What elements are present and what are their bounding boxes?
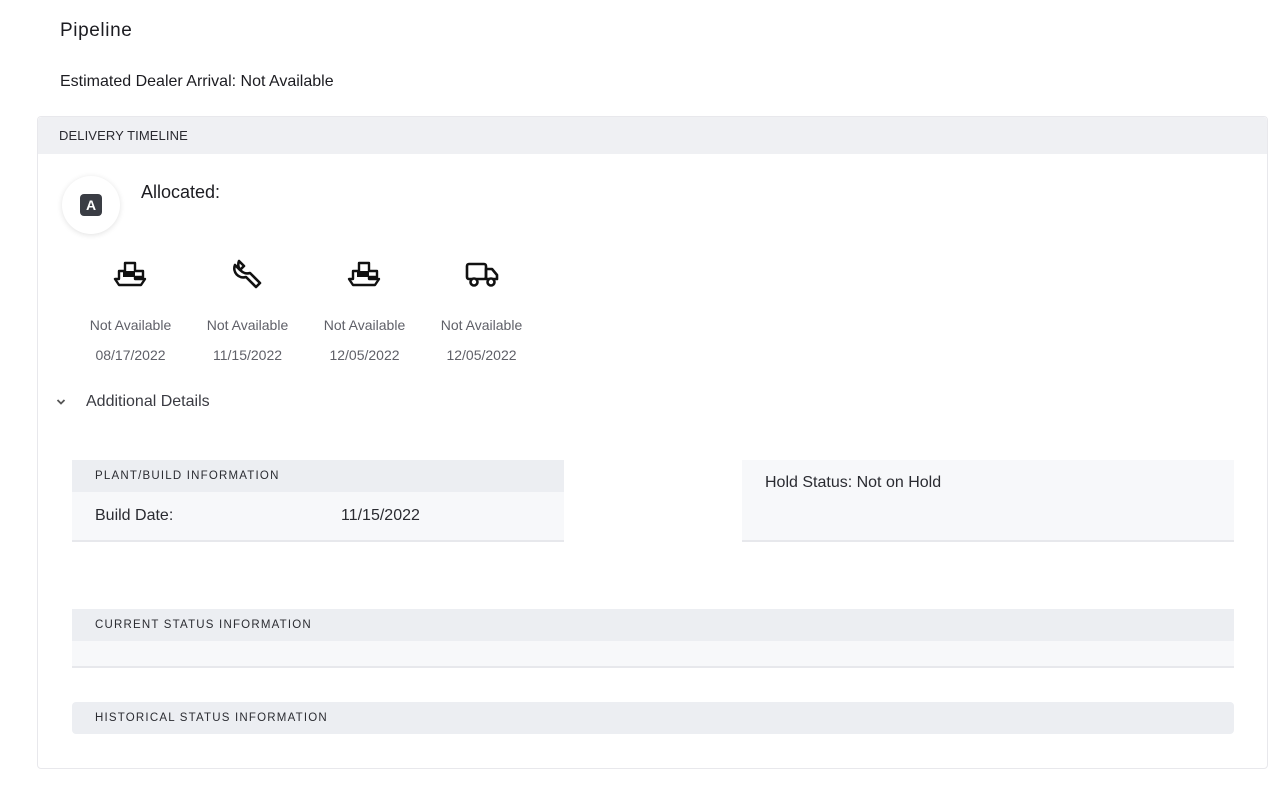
plant-build-panel: PLANT/BUILD INFORMATION Build Date: 11/1… [72, 460, 564, 542]
milestone-status: Not Available [323, 317, 406, 333]
milestone: Not Available 11/15/2022 [189, 253, 306, 363]
status-letter-badge: A [80, 194, 102, 216]
milestone-status: Not Available [440, 317, 523, 333]
milestone: Not Available 12/05/2022 [423, 253, 540, 363]
current-status-header: CURRENT STATUS INFORMATION [72, 609, 1234, 641]
chevron-down-icon [54, 395, 68, 409]
status-circle: A [62, 176, 120, 234]
historical-status-panel: HISTORICAL STATUS INFORMATION [72, 702, 1234, 734]
status-label: Allocated: [141, 182, 221, 202]
hold-status-panel: Hold Status: Not on Hold [742, 460, 1234, 542]
historical-status-header: HISTORICAL STATUS INFORMATION [72, 702, 1234, 734]
ship-icon [347, 253, 383, 295]
milestone-status: Not Available [89, 317, 172, 333]
milestone-date: 12/05/2022 [446, 347, 517, 363]
build-date-row: Build Date: 11/15/2022 [72, 492, 564, 540]
truck-icon [464, 253, 500, 295]
page-title: Pipeline [60, 20, 133, 41]
build-date-value: 11/15/2022 [341, 507, 420, 524]
additional-details-toggle[interactable]: Additional Details [54, 393, 210, 411]
milestone: Not Available 08/17/2022 [72, 253, 189, 363]
milestones: Not Available 08/17/2022 Not Available 1… [72, 253, 540, 363]
plant-build-header: PLANT/BUILD INFORMATION [72, 460, 564, 492]
hold-status-text: Hold Status: Not on Hold [765, 474, 942, 491]
estimated-dealer-arrival: Estimated Dealer Arrival: Not Available [60, 73, 334, 90]
ship-icon [113, 253, 149, 295]
build-date-label: Build Date: [95, 507, 174, 524]
milestone: Not Available 12/05/2022 [306, 253, 423, 363]
milestone-date: 08/17/2022 [95, 347, 166, 363]
milestone-date: 12/05/2022 [329, 347, 400, 363]
delivery-timeline-header: DELIVERY TIMELINE [38, 117, 1267, 154]
milestone-date: 11/15/2022 [212, 347, 283, 363]
milestone-status: Not Available [206, 317, 289, 333]
current-status-panel: CURRENT STATUS INFORMATION [72, 609, 1234, 668]
wrench-icon [230, 253, 266, 295]
additional-details-label: Additional Details [86, 393, 210, 410]
delivery-timeline-card: DELIVERY TIMELINE A Allocated: Not Avail… [37, 116, 1268, 769]
